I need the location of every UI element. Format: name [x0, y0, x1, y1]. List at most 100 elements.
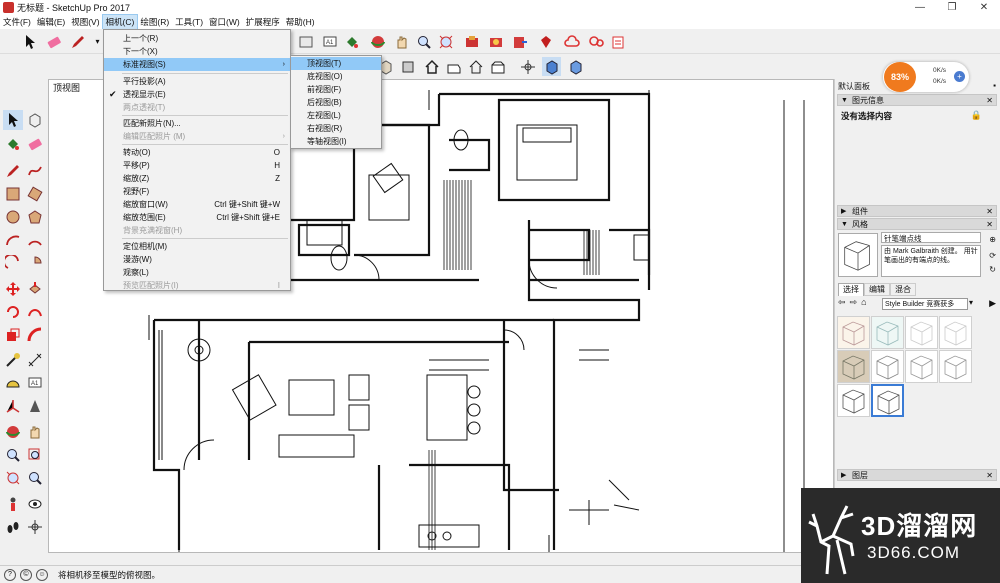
camera-menu-walk[interactable]: 漫游(W) — [104, 253, 290, 266]
position-camera-icon[interactable] — [3, 494, 23, 514]
style-thumb[interactable] — [871, 350, 904, 383]
pencil-tool-icon[interactable] — [68, 32, 87, 51]
section-cut-icon[interactable] — [566, 57, 585, 76]
eraser-tool-icon[interactable] — [44, 32, 63, 51]
style-thumb[interactable] — [837, 384, 870, 417]
view-right[interactable]: 右视图(R) — [291, 122, 381, 135]
home-icon[interactable]: ⌂ — [861, 297, 866, 308]
plus-icon[interactable]: + — [954, 71, 965, 82]
zoom-window-icon[interactable] — [25, 445, 45, 465]
home-view-icon[interactable] — [422, 57, 441, 76]
location-plugin-icon[interactable] — [586, 32, 605, 51]
zoom-extents-icon[interactable] — [3, 468, 23, 488]
two-point-arc-icon[interactable] — [25, 230, 45, 250]
rectangle-icon[interactable] — [3, 184, 23, 204]
rotate-icon[interactable] — [3, 302, 23, 322]
geolocation-icon[interactable]: ? — [4, 568, 16, 581]
make-component-icon[interactable] — [25, 110, 45, 130]
camera-menu-zoom-window[interactable]: 缩放窗口(W) Ctrl 键+Shift 键+W — [104, 198, 290, 211]
3d-warehouse-icon[interactable] — [462, 32, 481, 51]
minimize-button[interactable]: — — [904, 0, 936, 15]
close-button[interactable]: ✕ — [968, 0, 1000, 15]
entity-info-header[interactable]: ▼ 图元信息 ✕ — [837, 94, 997, 106]
pie-icon[interactable] — [25, 253, 45, 273]
follow-me-icon[interactable] — [25, 302, 45, 322]
right-view-icon[interactable] — [444, 57, 463, 76]
pan-hand-icon[interactable] — [392, 32, 411, 51]
update-style-icon[interactable]: ⟳ — [989, 251, 996, 260]
credits-icon[interactable]: © — [20, 568, 32, 581]
details-icon[interactable]: ▶ — [989, 298, 996, 309]
display-section-icon[interactable] — [542, 57, 561, 76]
arc-icon[interactable] — [3, 230, 23, 250]
previous-view-icon[interactable] — [25, 468, 45, 488]
camera-menu-zoom-extents[interactable]: 缩放范围(E) Ctrl 键+Shift 键+E — [104, 211, 290, 224]
view-iso[interactable]: 等轴视图(I) — [291, 135, 381, 148]
menu-file[interactable]: 文件(F) — [0, 15, 34, 29]
line-icon[interactable] — [3, 161, 23, 181]
view-front[interactable]: 前视图(F) — [291, 83, 381, 96]
style-thumb[interactable] — [837, 350, 870, 383]
ruby-console-icon[interactable] — [536, 32, 555, 51]
look-around-icon[interactable] — [25, 494, 45, 514]
section-plane-icon[interactable] — [518, 57, 537, 76]
tape-measure-icon[interactable] — [296, 32, 315, 51]
cloud-plugin-icon[interactable] — [562, 32, 581, 51]
lock-icon[interactable]: 🔒 — [971, 110, 982, 121]
menu-edit[interactable]: 编辑(E) — [34, 15, 68, 29]
create-style-icon[interactable]: ⊕ — [989, 235, 996, 244]
camera-menu-parallel-projection[interactable]: 平行投影(A) — [104, 75, 290, 88]
menu-window[interactable]: 窗口(W) — [206, 15, 243, 29]
menu-tools[interactable]: 工具(T) — [172, 15, 206, 29]
style-thumb-selected[interactable] — [871, 384, 904, 417]
text-tool-icon[interactable]: A1 — [320, 32, 339, 51]
camera-menu-standard-views[interactable]: 标准视图(S) › — [104, 58, 290, 71]
dimension-icon[interactable] — [25, 350, 45, 370]
view-back[interactable]: 后视图(B) — [291, 96, 381, 109]
front-view-icon[interactable] — [398, 57, 417, 76]
tray-pin-icon[interactable]: ▪ — [993, 81, 996, 90]
view-left[interactable]: 左视图(L) — [291, 109, 381, 122]
layers-header[interactable]: ▶ 图层 ✕ — [837, 469, 997, 481]
tab-mix[interactable]: 混合 — [890, 283, 916, 296]
tape-measure-icon[interactable] — [3, 350, 23, 370]
chevron-down-icon[interactable]: ▾ — [969, 298, 973, 307]
offset-icon[interactable] — [25, 325, 45, 345]
paint-icon[interactable] — [3, 134, 23, 154]
menu-help[interactable]: 帮助(H) — [283, 15, 318, 29]
pan-icon[interactable] — [25, 422, 45, 442]
back-arrow-icon[interactable]: ⇦ — [838, 297, 846, 308]
components-share-icon[interactable] — [486, 32, 505, 51]
style-thumb[interactable] — [871, 316, 904, 349]
style-name-field[interactable]: 针笔端点线 — [881, 232, 981, 243]
camera-menu-pan[interactable]: 平移(P) H — [104, 159, 290, 172]
paint-bucket-icon[interactable] — [342, 32, 361, 51]
style-thumb[interactable] — [939, 350, 972, 383]
menu-camera[interactable]: 相机(C) — [101, 14, 139, 30]
view-top[interactable]: 顶视图(T) — [291, 57, 381, 70]
tab-select[interactable]: 选择 — [838, 283, 864, 296]
style-thumb[interactable] — [939, 316, 972, 349]
menu-draw[interactable]: 绘图(R) — [137, 15, 172, 29]
zoom-tool-icon[interactable] — [414, 32, 433, 51]
freehand-icon[interactable] — [25, 161, 45, 181]
style-thumb[interactable] — [905, 350, 938, 383]
network-speed-widget[interactable]: 83% 0K/s 0K/s + — [883, 62, 969, 92]
move-icon[interactable] — [3, 279, 23, 299]
push-pull-icon[interactable] — [25, 279, 45, 299]
camera-menu-perspective[interactable]: ✔ 透视显示(E) — [104, 88, 290, 101]
view-bottom[interactable]: 底视图(O) — [291, 70, 381, 83]
extension-warehouse-icon[interactable] — [510, 32, 529, 51]
style-thumb[interactable] — [837, 316, 870, 349]
orbit-icon[interactable] — [3, 422, 23, 442]
zoom-extents-icon[interactable] — [436, 32, 455, 51]
forward-arrow-icon[interactable]: ⇨ — [850, 297, 858, 308]
close-icon[interactable]: ✕ — [986, 470, 993, 482]
select-arrow-icon[interactable] — [3, 110, 23, 130]
axes-icon[interactable] — [3, 396, 23, 416]
camera-menu-previous[interactable]: 上一个(R) — [104, 32, 290, 45]
tab-edit[interactable]: 编辑 — [864, 283, 890, 296]
text-label-icon[interactable]: A1 — [25, 373, 45, 393]
circle-icon[interactable] — [3, 207, 23, 227]
back-view-icon[interactable] — [466, 57, 485, 76]
